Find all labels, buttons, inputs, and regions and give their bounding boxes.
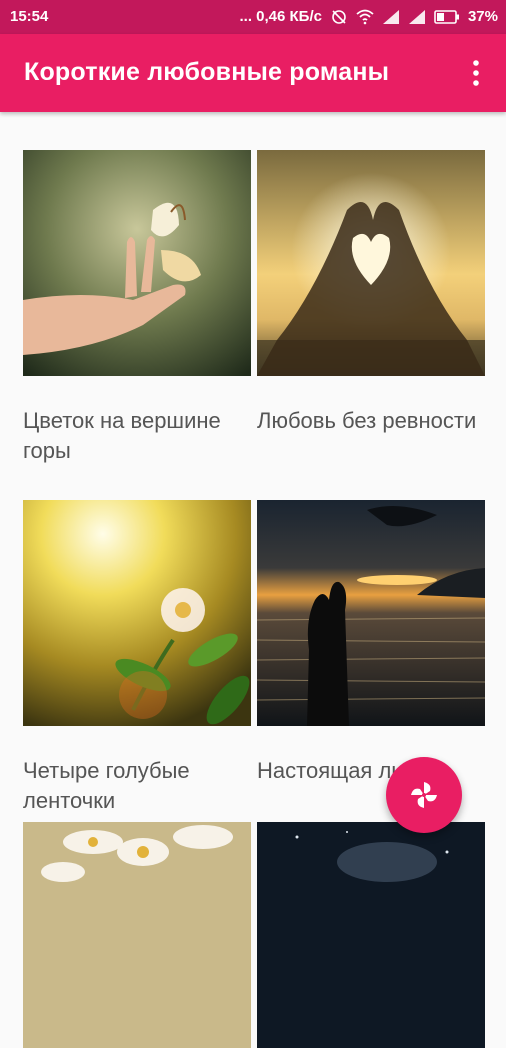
story-card[interactable]: Цветок на вершине горы	[23, 150, 251, 463]
status-time: 15:54	[10, 8, 49, 25]
story-title: Четыре голубые ленточки	[23, 758, 190, 813]
status-bar: 15:54 ... 0,46 КБ/с 37%	[0, 0, 506, 34]
signal-icon	[382, 9, 399, 24]
alarm-off-icon	[332, 9, 346, 24]
heart-hands-sunset-image	[257, 150, 485, 376]
story-card[interactable]	[23, 822, 251, 1048]
pinwheel-icon	[411, 782, 437, 808]
app-bar: Короткие любовные романы	[0, 34, 506, 112]
story-card[interactable]: Настоящая любовь	[257, 500, 485, 783]
sunlit-flower-image	[23, 500, 251, 726]
story-card[interactable]: Четыре голубые ленточки	[23, 500, 251, 813]
status-icons: ... 0,46 КБ/с 37%	[239, 8, 498, 25]
more-vert-icon[interactable]	[464, 58, 488, 88]
app-title: Короткие любовные романы	[24, 58, 390, 86]
network-speed: ... 0,46 КБ/с	[239, 8, 322, 25]
daisies-image	[23, 822, 251, 1048]
wifi-icon	[356, 9, 374, 24]
pinwheel-fab-button[interactable]	[386, 757, 462, 833]
story-title: Любовь без ревности	[257, 408, 477, 433]
couple-sea-sunset-image	[257, 500, 485, 726]
story-title: Настоящая любовь	[257, 758, 456, 783]
battery-icon	[434, 9, 459, 24]
hand-butterfly-image	[23, 150, 251, 376]
story-card[interactable]	[257, 822, 485, 1048]
dark-night-image	[257, 822, 485, 1048]
story-card[interactable]: Любовь без ревности	[257, 150, 485, 433]
story-title: Цветок на вершине горы	[23, 408, 221, 463]
battery-level: 37%	[467, 8, 498, 25]
signal-icon-2	[408, 9, 425, 24]
